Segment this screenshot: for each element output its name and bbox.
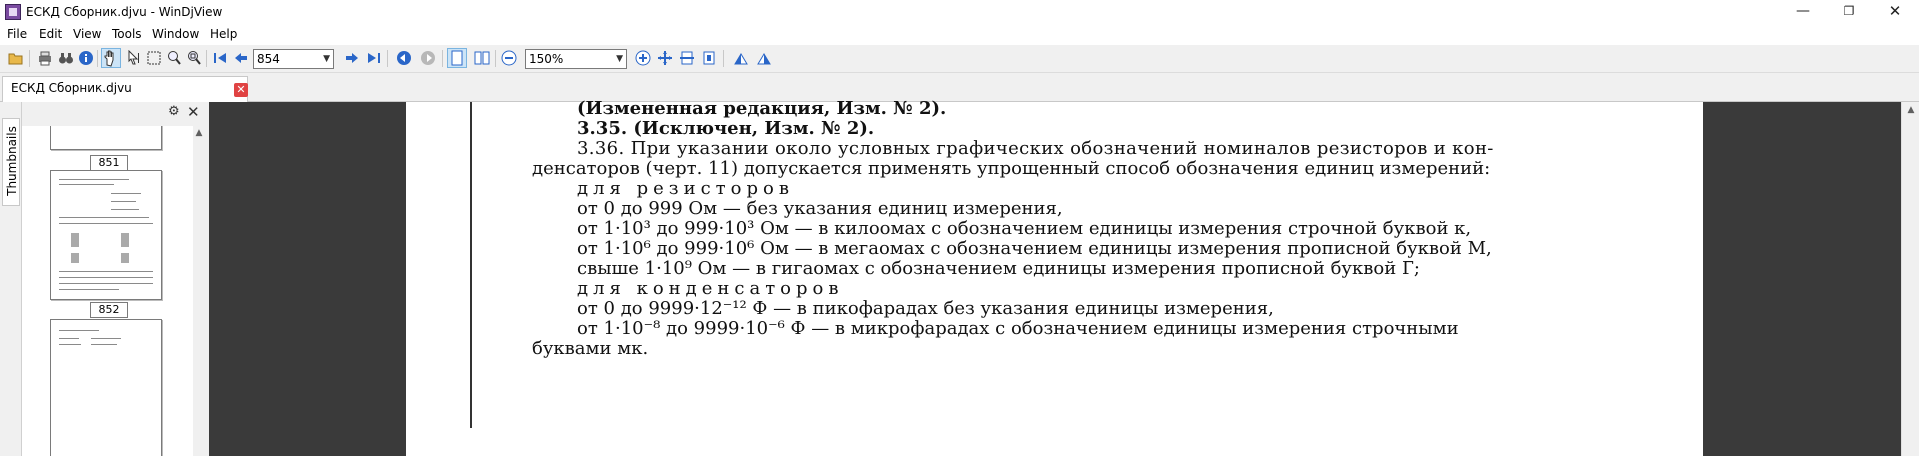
- fit-page-icon[interactable]: [657, 50, 673, 66]
- text-line: от 1·10⁶ до 999·10⁶ Ом — в мегаомах с об…: [577, 238, 1492, 259]
- forward-icon[interactable]: [420, 50, 436, 66]
- back-icon[interactable]: [396, 50, 412, 66]
- menu-edit[interactable]: Edit: [39, 27, 62, 41]
- menu-window[interactable]: Window: [152, 27, 199, 41]
- facing-pages-icon[interactable]: [474, 50, 490, 66]
- page-text: (Измененная редакция, Изм. № 2). 3.35. (…: [406, 98, 1703, 456]
- previous-page-icon[interactable]: [233, 50, 249, 66]
- select-text-icon[interactable]: [126, 50, 142, 66]
- zoom-out-icon[interactable]: [501, 50, 517, 66]
- menu-help[interactable]: Help: [210, 27, 237, 41]
- hand-tool-icon[interactable]: [101, 48, 121, 68]
- menu-bar: File Edit View Tools Window Help: [0, 26, 1919, 45]
- document-tab[interactable]: ЕСКД Сборник.djvu ✕: [2, 76, 248, 102]
- menu-file[interactable]: File: [7, 27, 27, 41]
- thumbnail-page-851[interactable]: [50, 126, 162, 150]
- single-page-icon[interactable]: [447, 48, 467, 68]
- zoom-combo[interactable]: 150% ▼: [525, 49, 627, 69]
- text-line: 3.36. При указании около условных графич…: [577, 138, 1494, 159]
- find-binoculars-icon[interactable]: [58, 50, 74, 66]
- text-line: от 0 до 9999·12⁻¹² Ф — в пикофарадах без…: [577, 298, 1274, 319]
- zoom-value: 150%: [529, 52, 564, 66]
- thumbnails-tab-label: Thumbnails: [5, 126, 19, 196]
- zoom-rect-icon[interactable]: [186, 50, 202, 66]
- open-folder-icon[interactable]: [8, 50, 24, 66]
- zoom-tool-icon[interactable]: [166, 50, 182, 66]
- next-page-icon[interactable]: [344, 50, 360, 66]
- rotate-right-icon[interactable]: [756, 50, 772, 66]
- chevron-down-icon: ▼: [616, 54, 623, 64]
- thumbnail-page-852[interactable]: [50, 170, 162, 300]
- actual-size-icon[interactable]: [701, 50, 717, 66]
- thumbnail-list: 851 852: [22, 126, 202, 456]
- text-line: от 1·10⁻⁸ до 9999·10⁻⁶ Ф — в микрофарада…: [577, 318, 1459, 339]
- thumbnail-scrollbar[interactable]: ▲: [193, 126, 205, 456]
- thumbnail-label-851: 851: [90, 155, 128, 171]
- text-line: 3.35. (Исключен, Изм. № 2).: [577, 118, 875, 139]
- toolbar: 854 ▼ 150% ▼: [0, 45, 1919, 73]
- zoom-in-icon[interactable]: [635, 50, 651, 66]
- text-line: от 0 до 999 Ом — без указания единиц изм…: [577, 198, 1063, 219]
- menu-view[interactable]: View: [73, 27, 101, 41]
- text-line: денсаторов (черт. 11) допускается примен…: [532, 158, 1491, 179]
- document-scrollbar[interactable]: ▲: [1901, 102, 1919, 456]
- thumbnail-page-853[interactable]: [50, 319, 162, 456]
- scroll-up-icon[interactable]: ▲: [1905, 105, 1917, 115]
- document-tab-label: ЕСКД Сборник.djvu: [11, 81, 132, 95]
- page-number-combo[interactable]: 854 ▼: [253, 49, 334, 69]
- text-line: от 1·10³ до 999·10³ Ом — в килоомах с об…: [577, 218, 1472, 239]
- thumbnail-label-852: 852: [90, 302, 128, 318]
- title-bar: ЕСКД Сборник.djvu - WinDjView — ❐ ✕: [0, 0, 1919, 26]
- chevron-down-icon: ▼: [323, 54, 330, 64]
- thumbnails-panel: ⚙ ✕ 851 852: [22, 102, 205, 456]
- thumbnails-panel-header: ⚙ ✕: [22, 102, 205, 124]
- minimize-button[interactable]: —: [1780, 0, 1826, 26]
- window-title: ЕСКД Сборник.djvu - WinDjView: [26, 5, 223, 19]
- text-line: буквами мк.: [532, 338, 649, 359]
- maximize-button[interactable]: ❐: [1826, 0, 1872, 26]
- scroll-up-icon[interactable]: ▲: [193, 128, 205, 138]
- document-info-icon[interactable]: [78, 50, 94, 66]
- rotate-left-icon[interactable]: [733, 50, 749, 66]
- print-icon[interactable]: [37, 50, 53, 66]
- document-page: (Измененная редакция, Изм. № 2). 3.35. (…: [406, 98, 1703, 456]
- fit-width-icon[interactable]: [679, 50, 695, 66]
- tab-bar: ЕСКД Сборник.djvu ✕: [0, 73, 1919, 102]
- app-icon: [5, 4, 21, 20]
- first-page-icon[interactable]: [212, 50, 228, 66]
- document-viewport[interactable]: (Измененная редакция, Изм. № 2). 3.35. (…: [209, 98, 1901, 456]
- close-window-button[interactable]: ✕: [1872, 0, 1918, 26]
- menu-tools[interactable]: Tools: [112, 27, 142, 41]
- close-panel-icon[interactable]: ✕: [187, 103, 200, 121]
- close-tab-icon[interactable]: ✕: [234, 83, 248, 97]
- text-line: (Измененная редакция, Изм. № 2).: [577, 98, 947, 119]
- text-line: для конденсаторов: [577, 278, 844, 299]
- gear-icon[interactable]: ⚙: [168, 104, 180, 119]
- text-line: свыше 1·10⁹ Ом — в гигаомах с обозначени…: [577, 258, 1420, 279]
- page-number-value: 854: [257, 52, 280, 66]
- thumbnails-tab[interactable]: Thumbnails: [2, 118, 20, 206]
- last-page-icon[interactable]: [366, 50, 382, 66]
- select-area-icon[interactable]: [146, 50, 162, 66]
- text-line: для резисторов: [577, 178, 794, 199]
